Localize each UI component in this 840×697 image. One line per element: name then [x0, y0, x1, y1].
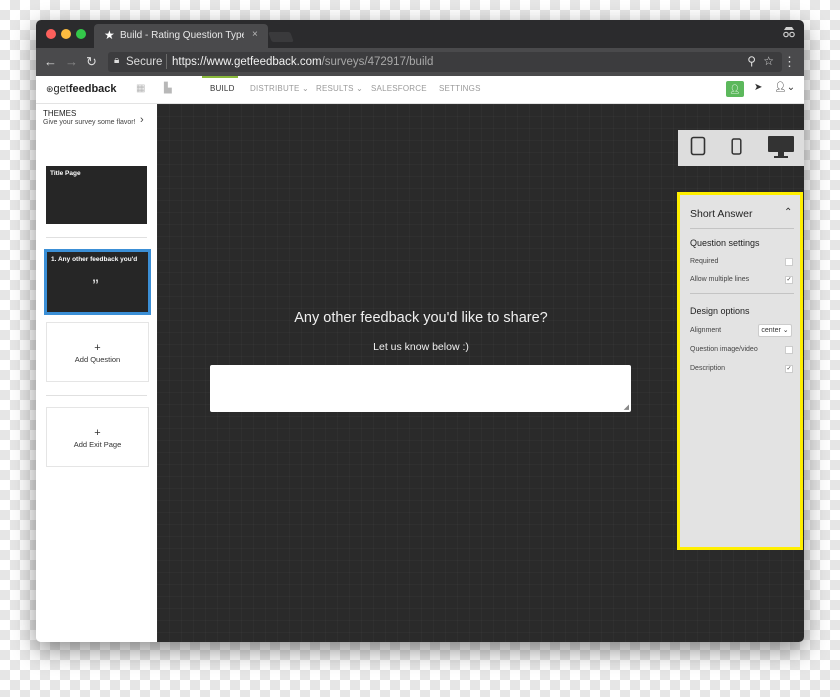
- star-favicon-icon: ★: [104, 28, 115, 42]
- maximize-window-button[interactable]: [76, 29, 86, 39]
- short-answer-textarea[interactable]: ◢: [210, 365, 631, 412]
- device-preview-toolbar: [678, 130, 804, 166]
- sidebar: THEMES Give your survey some flavor! › T…: [36, 104, 157, 642]
- panel-divider: [690, 293, 794, 294]
- themes-link[interactable]: THEMES Give your survey some flavor!: [43, 109, 136, 126]
- back-arrow-icon[interactable]: ←: [44, 54, 57, 69]
- lock-icon: 🔒︎: [114, 55, 120, 66]
- browser-window: ★ Build - Rating Question Type E × ← → ↻…: [36, 20, 804, 642]
- question-settings-panel: Short Answer ⌃ Question settings Require…: [677, 192, 803, 550]
- themes-title: THEMES: [43, 109, 77, 118]
- browser-title-bar: ★ Build - Rating Question Type E ×: [36, 20, 804, 48]
- logo-prefix: get: [53, 83, 69, 95]
- nav-settings[interactable]: SETTINGS: [439, 84, 481, 93]
- address-bar[interactable]: 🔒︎ Secure https://www.getfeedback.com/su…: [108, 52, 782, 72]
- incognito-icon: [782, 26, 796, 41]
- question-description[interactable]: Let us know below :): [157, 341, 685, 353]
- active-tab-indicator: [202, 76, 238, 78]
- browser-toolbar: ← → ↻ 🔒︎ Secure https://www.getfeedback.…: [36, 48, 804, 76]
- tablet-icon[interactable]: [690, 136, 706, 161]
- reload-icon[interactable]: ↻: [86, 54, 97, 70]
- nav-distribute[interactable]: DISTRIBUTE ⌄: [250, 84, 309, 93]
- url-separator: [166, 54, 167, 69]
- browser-menu-icon[interactable]: ⋮: [783, 54, 796, 70]
- collapse-icon[interactable]: ⌃: [784, 207, 792, 218]
- page-thumb-title-label: Title Page: [50, 170, 81, 177]
- url-host: https://www.getfeedback.com: [172, 56, 322, 68]
- required-checkbox[interactable]: [785, 258, 793, 266]
- plus-icon: +: [94, 427, 101, 439]
- tab-close-icon[interactable]: ×: [252, 29, 258, 40]
- nav-results[interactable]: RESULTS ⌄: [316, 84, 363, 93]
- zoom-icon[interactable]: ⚲: [747, 54, 756, 68]
- forward-arrow-icon[interactable]: →: [65, 54, 78, 69]
- panel-title: Short Answer: [690, 208, 753, 220]
- grid-icon[interactable]: ▦: [136, 83, 145, 94]
- panel-divider: [690, 228, 794, 229]
- user-menu-icon[interactable]: 👤︎⌄: [774, 82, 795, 93]
- send-icon[interactable]: ➤: [754, 82, 762, 93]
- minimize-window-button[interactable]: [61, 29, 71, 39]
- plus-icon: +: [94, 342, 101, 354]
- sidebar-divider: [46, 395, 147, 396]
- close-window-button[interactable]: [46, 29, 56, 39]
- alignment-select[interactable]: center ⌄: [758, 324, 792, 337]
- nav-build[interactable]: BUILD: [210, 84, 235, 93]
- resize-grip-icon[interactable]: ◢: [624, 403, 629, 411]
- survey-canvas: Any other feedback you'd like to share? …: [157, 104, 804, 642]
- design-options-heading: Design options: [690, 306, 750, 316]
- page-thumb-question-label: 1. Any other feedback you'd: [51, 256, 138, 263]
- page-thumb-title[interactable]: Title Page: [46, 166, 147, 224]
- sidebar-divider: [46, 237, 147, 238]
- nav-salesforce[interactable]: SALESFORCE: [371, 84, 427, 93]
- question-image-video-checkbox[interactable]: [785, 346, 793, 354]
- phone-icon[interactable]: [731, 138, 742, 160]
- secure-label: Secure: [126, 56, 163, 68]
- add-exit-page-label: Add Exit Page: [73, 440, 122, 449]
- getfeedback-logo[interactable]: ⊛getfeedback: [46, 83, 117, 95]
- quote-icon: ”: [92, 276, 99, 292]
- tab-title: Build - Rating Question Type E: [120, 30, 244, 41]
- allow-multiple-lines-label: Allow multiple lines: [690, 276, 750, 283]
- question-image-video-label: Question image/video: [690, 346, 758, 353]
- alignment-label: Alignment: [690, 327, 722, 334]
- required-label: Required: [690, 258, 719, 265]
- add-collaborator-button[interactable]: 👤︎: [726, 81, 744, 97]
- add-question-button[interactable]: + Add Question: [46, 322, 149, 382]
- question-settings-heading: Question settings: [690, 238, 760, 248]
- add-exit-page-button[interactable]: + Add Exit Page: [46, 407, 149, 467]
- page-thumb-question-1[interactable]: 1. Any other feedback you'd ”: [44, 249, 151, 315]
- description-label: Description: [690, 365, 726, 372]
- allow-multiple-lines-checkbox[interactable]: ✓: [785, 276, 793, 284]
- logo-bold: feedback: [68, 83, 117, 95]
- url-path: /surveys/472917/build: [321, 56, 434, 68]
- app-header: ⊛getfeedback ▦ ▙ BUILD DISTRIBUTE ⌄ RESU…: [36, 76, 804, 104]
- browser-tab[interactable]: ★ Build - Rating Question Type E ×: [94, 24, 268, 48]
- new-tab-button[interactable]: [268, 32, 294, 42]
- add-question-label: Add Question: [74, 355, 121, 364]
- bar-chart-icon[interactable]: ▙: [164, 83, 172, 94]
- description-checkbox[interactable]: ✓: [785, 365, 793, 373]
- themes-subtitle: Give your survey some flavor!: [43, 119, 136, 126]
- question-title[interactable]: Any other feedback you'd like to share?: [157, 310, 685, 326]
- desktop-icon[interactable]: [767, 135, 795, 164]
- url-text: https://www.getfeedback.com/surveys/4729…: [172, 56, 433, 68]
- chevron-right-icon[interactable]: ›: [140, 114, 144, 126]
- bookmark-star-icon[interactable]: ☆: [763, 54, 774, 68]
